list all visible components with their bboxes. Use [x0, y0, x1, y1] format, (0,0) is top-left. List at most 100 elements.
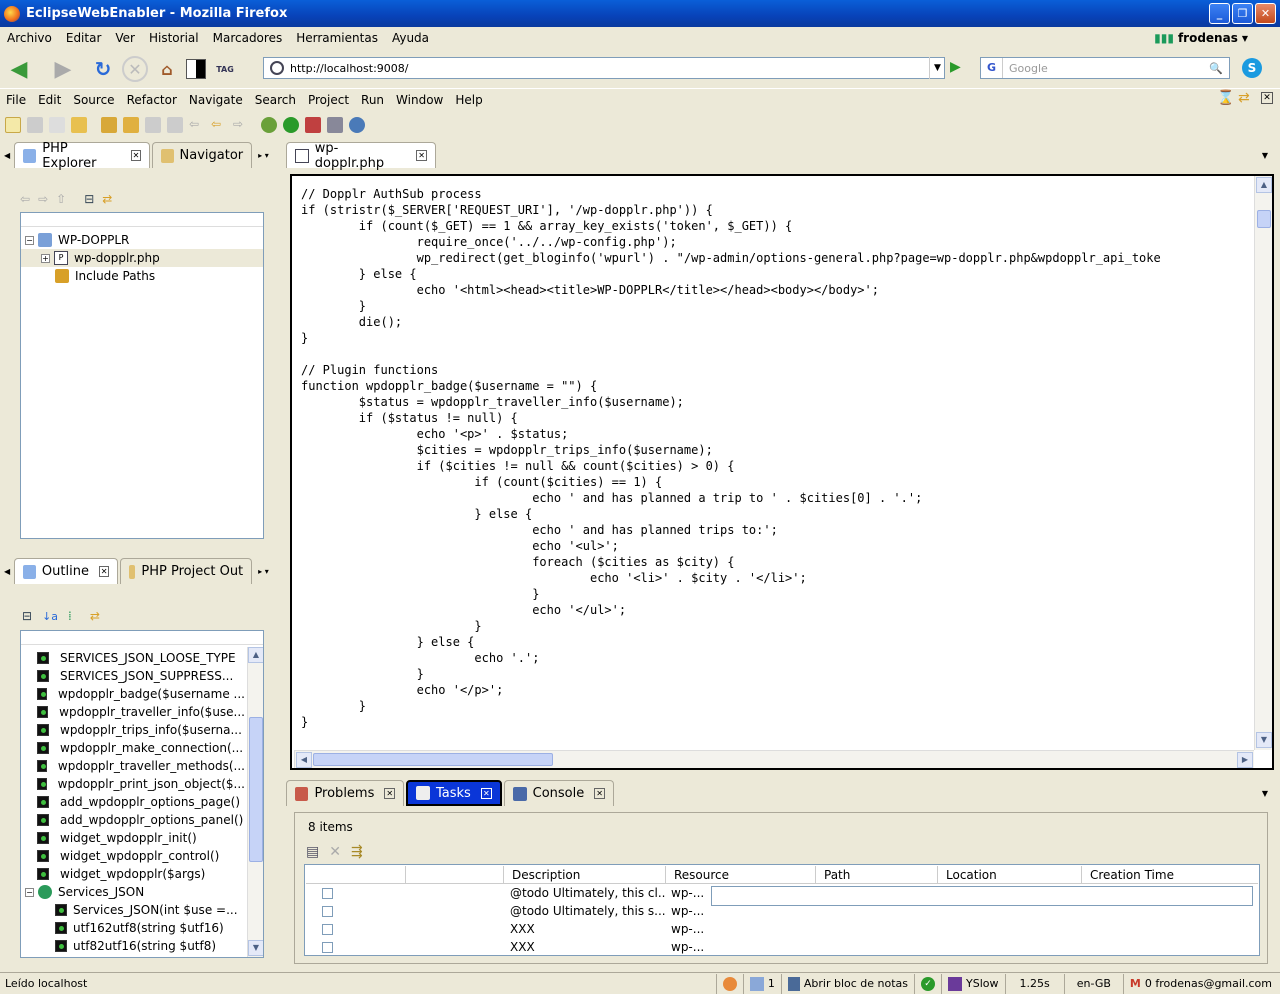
editor-vscroll-thumb[interactable] [1257, 210, 1271, 228]
reload-button[interactable]: ↻ [90, 56, 116, 82]
collapse-icon[interactable]: − [25, 235, 34, 245]
col-creation-time[interactable]: Creation Time [1082, 866, 1258, 883]
outline-item[interactable]: widget_wpdopplr($args) [37, 865, 245, 883]
tab-tasks[interactable]: Tasks ✕ [406, 780, 502, 806]
address-bar[interactable]: http://localhost:9008/ [263, 57, 945, 79]
scroll-up-icon[interactable]: ▲ [248, 647, 263, 663]
collapse-class-icon[interactable]: − [25, 887, 34, 897]
status-locale[interactable]: en-GB [1063, 973, 1123, 994]
bottom-view-menu-icon[interactable]: ▼ [1262, 789, 1268, 806]
menu-marcadores[interactable]: Marcadores [206, 31, 290, 45]
tab-outline[interactable]: Outline ✕ [14, 558, 119, 584]
menu-source[interactable]: Source [67, 93, 120, 107]
outline-scroll-thumb[interactable] [249, 717, 263, 862]
menu-ayuda[interactable]: Ayuda [385, 31, 436, 45]
task-checkbox[interactable] [322, 905, 333, 917]
editor-hscrollbar[interactable]: ◀ ▶ [294, 750, 1254, 768]
status-yslow[interactable]: YSlow [941, 973, 1004, 994]
editor-scroll-up-icon[interactable]: ▲ [1256, 177, 1272, 193]
expand-icon[interactable]: + [41, 253, 50, 263]
scroll-down-icon[interactable]: ▼ [248, 940, 263, 956]
outline-method[interactable]: utf162utf8(string $utf16) [55, 919, 245, 937]
col-location[interactable]: Location [938, 866, 1082, 883]
hide-fields-icon[interactable]: ⁞ [68, 609, 72, 623]
debug-icon[interactable] [261, 117, 277, 133]
outline-item[interactable]: wpdopplr_print_json_object($... [37, 775, 245, 793]
outline-item[interactable]: SERVICES_JSON_SUPPRESS... [37, 667, 245, 685]
outline-method[interactable]: Services_JSON(int $use =... [55, 901, 245, 919]
task-checkbox[interactable] [322, 941, 333, 953]
filter-icon[interactable]: ⇶ [351, 844, 363, 860]
forward-button[interactable]: ▶ [50, 56, 76, 82]
back-nav-icon[interactable]: ⇦ [189, 117, 205, 133]
open-folder-icon[interactable] [71, 117, 87, 133]
delete-task-icon[interactable]: ✕ [329, 844, 341, 860]
link-outline-icon[interactable]: ⇄ [90, 609, 100, 623]
back-icon[interactable]: ⇦ [20, 192, 30, 206]
skype-icon[interactable]: S [1242, 58, 1262, 78]
tab-navigator[interactable]: Navigator [152, 142, 253, 168]
menu-search[interactable]: Search [249, 93, 302, 107]
outline-item[interactable]: wpdopplr_trips_info($userna... [37, 721, 245, 739]
menu-archivo[interactable]: Archivo [0, 31, 59, 45]
editor-view-menu-icon[interactable]: ▼ [1262, 151, 1268, 168]
outline-item[interactable]: wpdopplr_make_connection(... [37, 739, 245, 757]
editor-scroll-down-icon[interactable]: ▼ [1256, 732, 1272, 748]
status-addon-icon[interactable] [715, 973, 743, 994]
col-resource[interactable]: Resource [666, 866, 816, 883]
close-outline-tab-icon[interactable]: ✕ [98, 566, 110, 577]
status-count[interactable]: 1 [742, 973, 781, 994]
tag-icon[interactable]: TAG [212, 56, 238, 82]
home-icon[interactable]: ⌂ [154, 56, 180, 82]
editor-scroll-right-icon[interactable]: ▶ [1237, 752, 1253, 768]
go-button[interactable]: ▶ [950, 59, 961, 75]
menu-navigate[interactable]: Navigate [183, 93, 249, 107]
menu-edit[interactable]: Edit [32, 93, 67, 107]
tab-php-project-outline[interactable]: PHP Project Out [120, 558, 253, 584]
run-icon[interactable] [283, 117, 299, 133]
close-tasks-tab-icon[interactable]: ✕ [480, 787, 492, 799]
task-edit-field[interactable] [711, 886, 1253, 906]
tab-problems[interactable]: Problems ✕ [286, 780, 404, 806]
collapse-all-icon[interactable]: ⊟ [84, 192, 94, 206]
close-tab-icon[interactable]: ✕ [130, 150, 142, 161]
prev-icon[interactable]: ⇦ [211, 117, 227, 133]
menu-historial[interactable]: Historial [142, 31, 206, 45]
eclipse-close-icon[interactable]: ✕ [1261, 92, 1273, 104]
link-editor-icon[interactable]: ⇄ [102, 192, 112, 206]
outline-method[interactable]: utf82utf16(string $utf8) [55, 937, 245, 955]
print-icon[interactable] [49, 117, 65, 133]
user-account[interactable]: ▮▮▮ frodenas ▼ [1154, 31, 1248, 45]
menu-file[interactable]: File [0, 93, 32, 107]
menu-run[interactable]: Run [355, 93, 390, 107]
status-check-icon[interactable]: ✓ [914, 973, 941, 994]
menu-refactor[interactable]: Refactor [121, 93, 183, 107]
new-icon[interactable] [5, 117, 21, 133]
menu-ver[interactable]: Ver [108, 31, 142, 45]
up-icon[interactable]: ⇧ [56, 192, 66, 206]
editor-hscroll-thumb[interactable] [313, 753, 553, 766]
menu-help[interactable]: Help [449, 93, 488, 107]
outline-item[interactable]: add_wpdopplr_options_page() [37, 793, 245, 811]
task-checkbox[interactable] [322, 923, 333, 935]
outline-item[interactable]: widget_wpdopplr_control() [37, 847, 245, 865]
task-row[interactable]: XXX wp-... [306, 920, 1258, 938]
outline-item[interactable]: wpdopplr_traveller_methods(... [37, 757, 245, 775]
tree-item-include-paths[interactable]: Include Paths [55, 267, 155, 285]
col-path[interactable]: Path [816, 866, 938, 883]
editor-vscrollbar[interactable]: ▲ ▼ [1254, 176, 1272, 750]
outline-item[interactable]: add_wpdopplr_options_panel() [37, 811, 245, 829]
tab-scroll-left-icon[interactable]: ◀ [0, 151, 14, 168]
outline-item[interactable]: wpdopplr_traveller_info($use... [37, 703, 245, 721]
forward-icon[interactable]: ⇨ [38, 192, 48, 206]
tab-php-explorer[interactable]: PHP Explorer ✕ [14, 141, 151, 171]
stop-button[interactable]: ✕ [122, 56, 148, 82]
web-browser-icon[interactable] [349, 117, 365, 133]
task-checkbox[interactable] [322, 887, 333, 899]
new-task-icon[interactable]: ▤ [306, 844, 319, 860]
close-console-tab-icon[interactable]: ✕ [594, 788, 605, 799]
next-icon[interactable]: ⇨ [233, 117, 249, 133]
tree-item-file[interactable]: + P wp-dopplr.php [21, 249, 263, 267]
minimize-button[interactable]: _ [1209, 3, 1230, 24]
outline-item[interactable]: widget_wpdopplr_init() [37, 829, 245, 847]
